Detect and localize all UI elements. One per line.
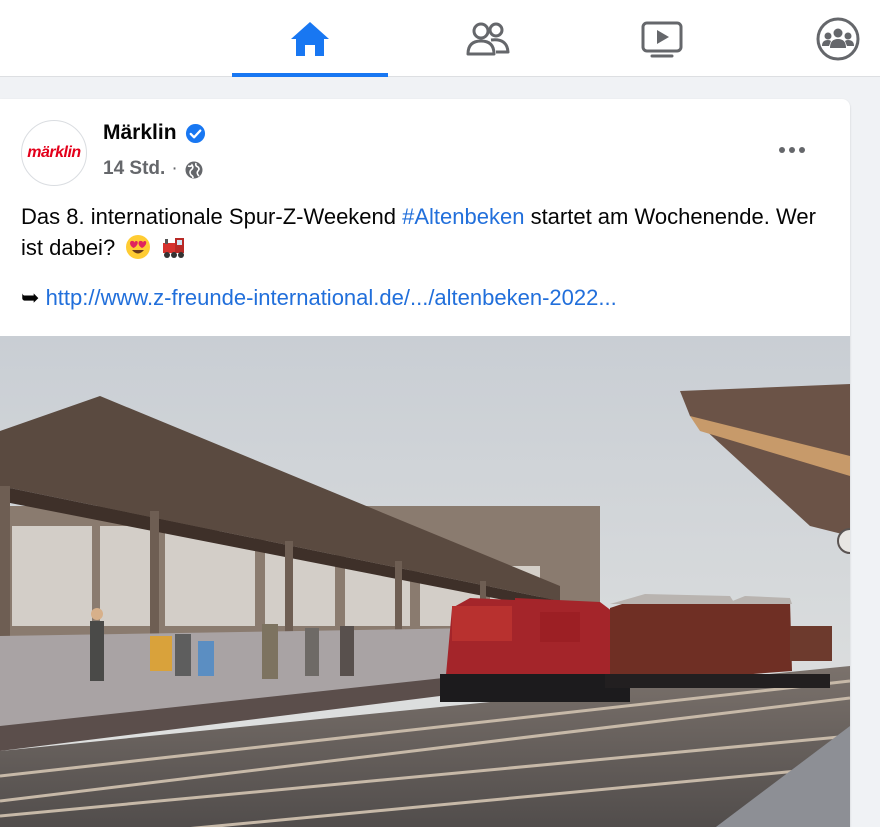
home-icon xyxy=(291,21,329,56)
dot-icon xyxy=(789,147,795,153)
locomotive-emoji-icon xyxy=(163,238,185,258)
post-card: märklin Märklin 14 Std. · Das 8. interna… xyxy=(0,99,850,827)
top-navigation xyxy=(0,0,880,77)
avatar[interactable]: märklin xyxy=(21,120,87,186)
verified-badge-icon xyxy=(185,123,205,143)
more-options-button[interactable] xyxy=(770,135,814,165)
hashtag-link[interactable]: #Altenbeken xyxy=(402,204,524,229)
post-text-before: Das 8. internationale Spur-Z-Weekend xyxy=(21,204,403,229)
heart-eyes-emoji-icon xyxy=(126,235,151,259)
external-link[interactable]: http://www.z-freunde-international.de/..… xyxy=(46,285,617,310)
active-tab-indicator xyxy=(232,73,388,77)
maerklin-logo: märklin xyxy=(27,144,81,161)
friends-icon xyxy=(466,22,510,55)
tab-groups[interactable] xyxy=(760,0,880,77)
video-icon xyxy=(641,21,683,57)
author-name[interactable]: Märklin xyxy=(103,121,177,145)
dot-icon xyxy=(779,147,785,153)
meta-separator: · xyxy=(171,157,178,179)
post-header: Märklin xyxy=(103,121,206,145)
link-line: ➥ http://www.z-freunde-international.de/… xyxy=(21,282,617,313)
globe-icon xyxy=(185,161,203,179)
groups-icon xyxy=(816,17,860,60)
post-text: Das 8. internationale Spur-Z-Weekend #Al… xyxy=(21,201,831,263)
tab-home[interactable] xyxy=(232,0,388,77)
post-time[interactable]: 14 Std. xyxy=(103,158,165,180)
link-arrow: ➥ xyxy=(21,285,40,310)
tab-watch[interactable] xyxy=(584,0,740,77)
dot-icon xyxy=(799,147,805,153)
post-meta: 14 Std. · xyxy=(103,157,204,180)
tab-friends[interactable] xyxy=(410,0,566,77)
post-photo[interactable] xyxy=(0,336,850,827)
